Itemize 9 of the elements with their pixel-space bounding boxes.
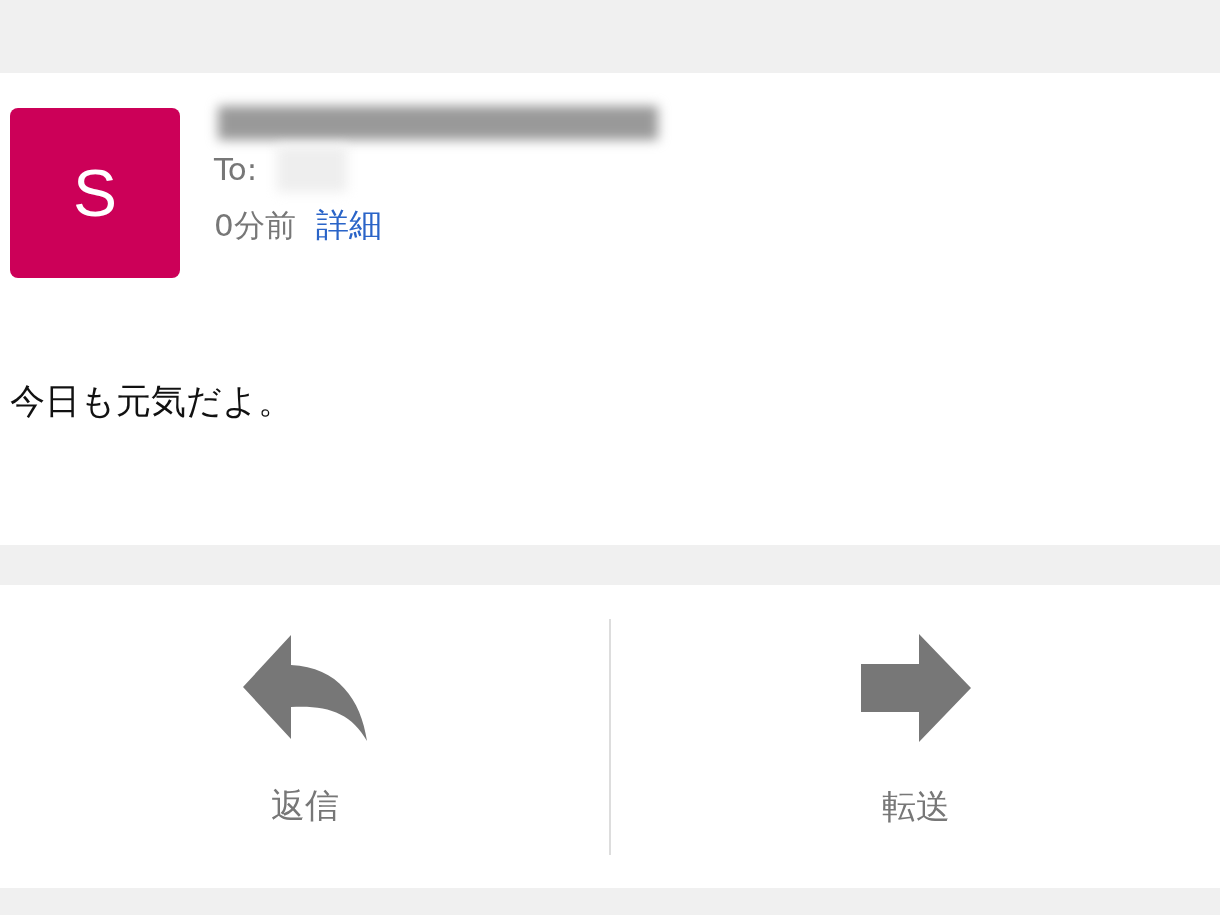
details-link[interactable]: 詳細 (315, 203, 382, 248)
reply-button[interactable]: 返信 (0, 634, 609, 829)
avatar-initial: S (73, 160, 117, 226)
right-arrow-icon (860, 633, 971, 742)
recipient-label: To: (214, 150, 258, 187)
message-time: 0分前 (214, 205, 296, 245)
message-body: 今日も元気だよ。 (10, 380, 294, 423)
forward-button[interactable]: 転送 (611, 633, 1220, 830)
curved-arrow-icon (242, 634, 367, 741)
